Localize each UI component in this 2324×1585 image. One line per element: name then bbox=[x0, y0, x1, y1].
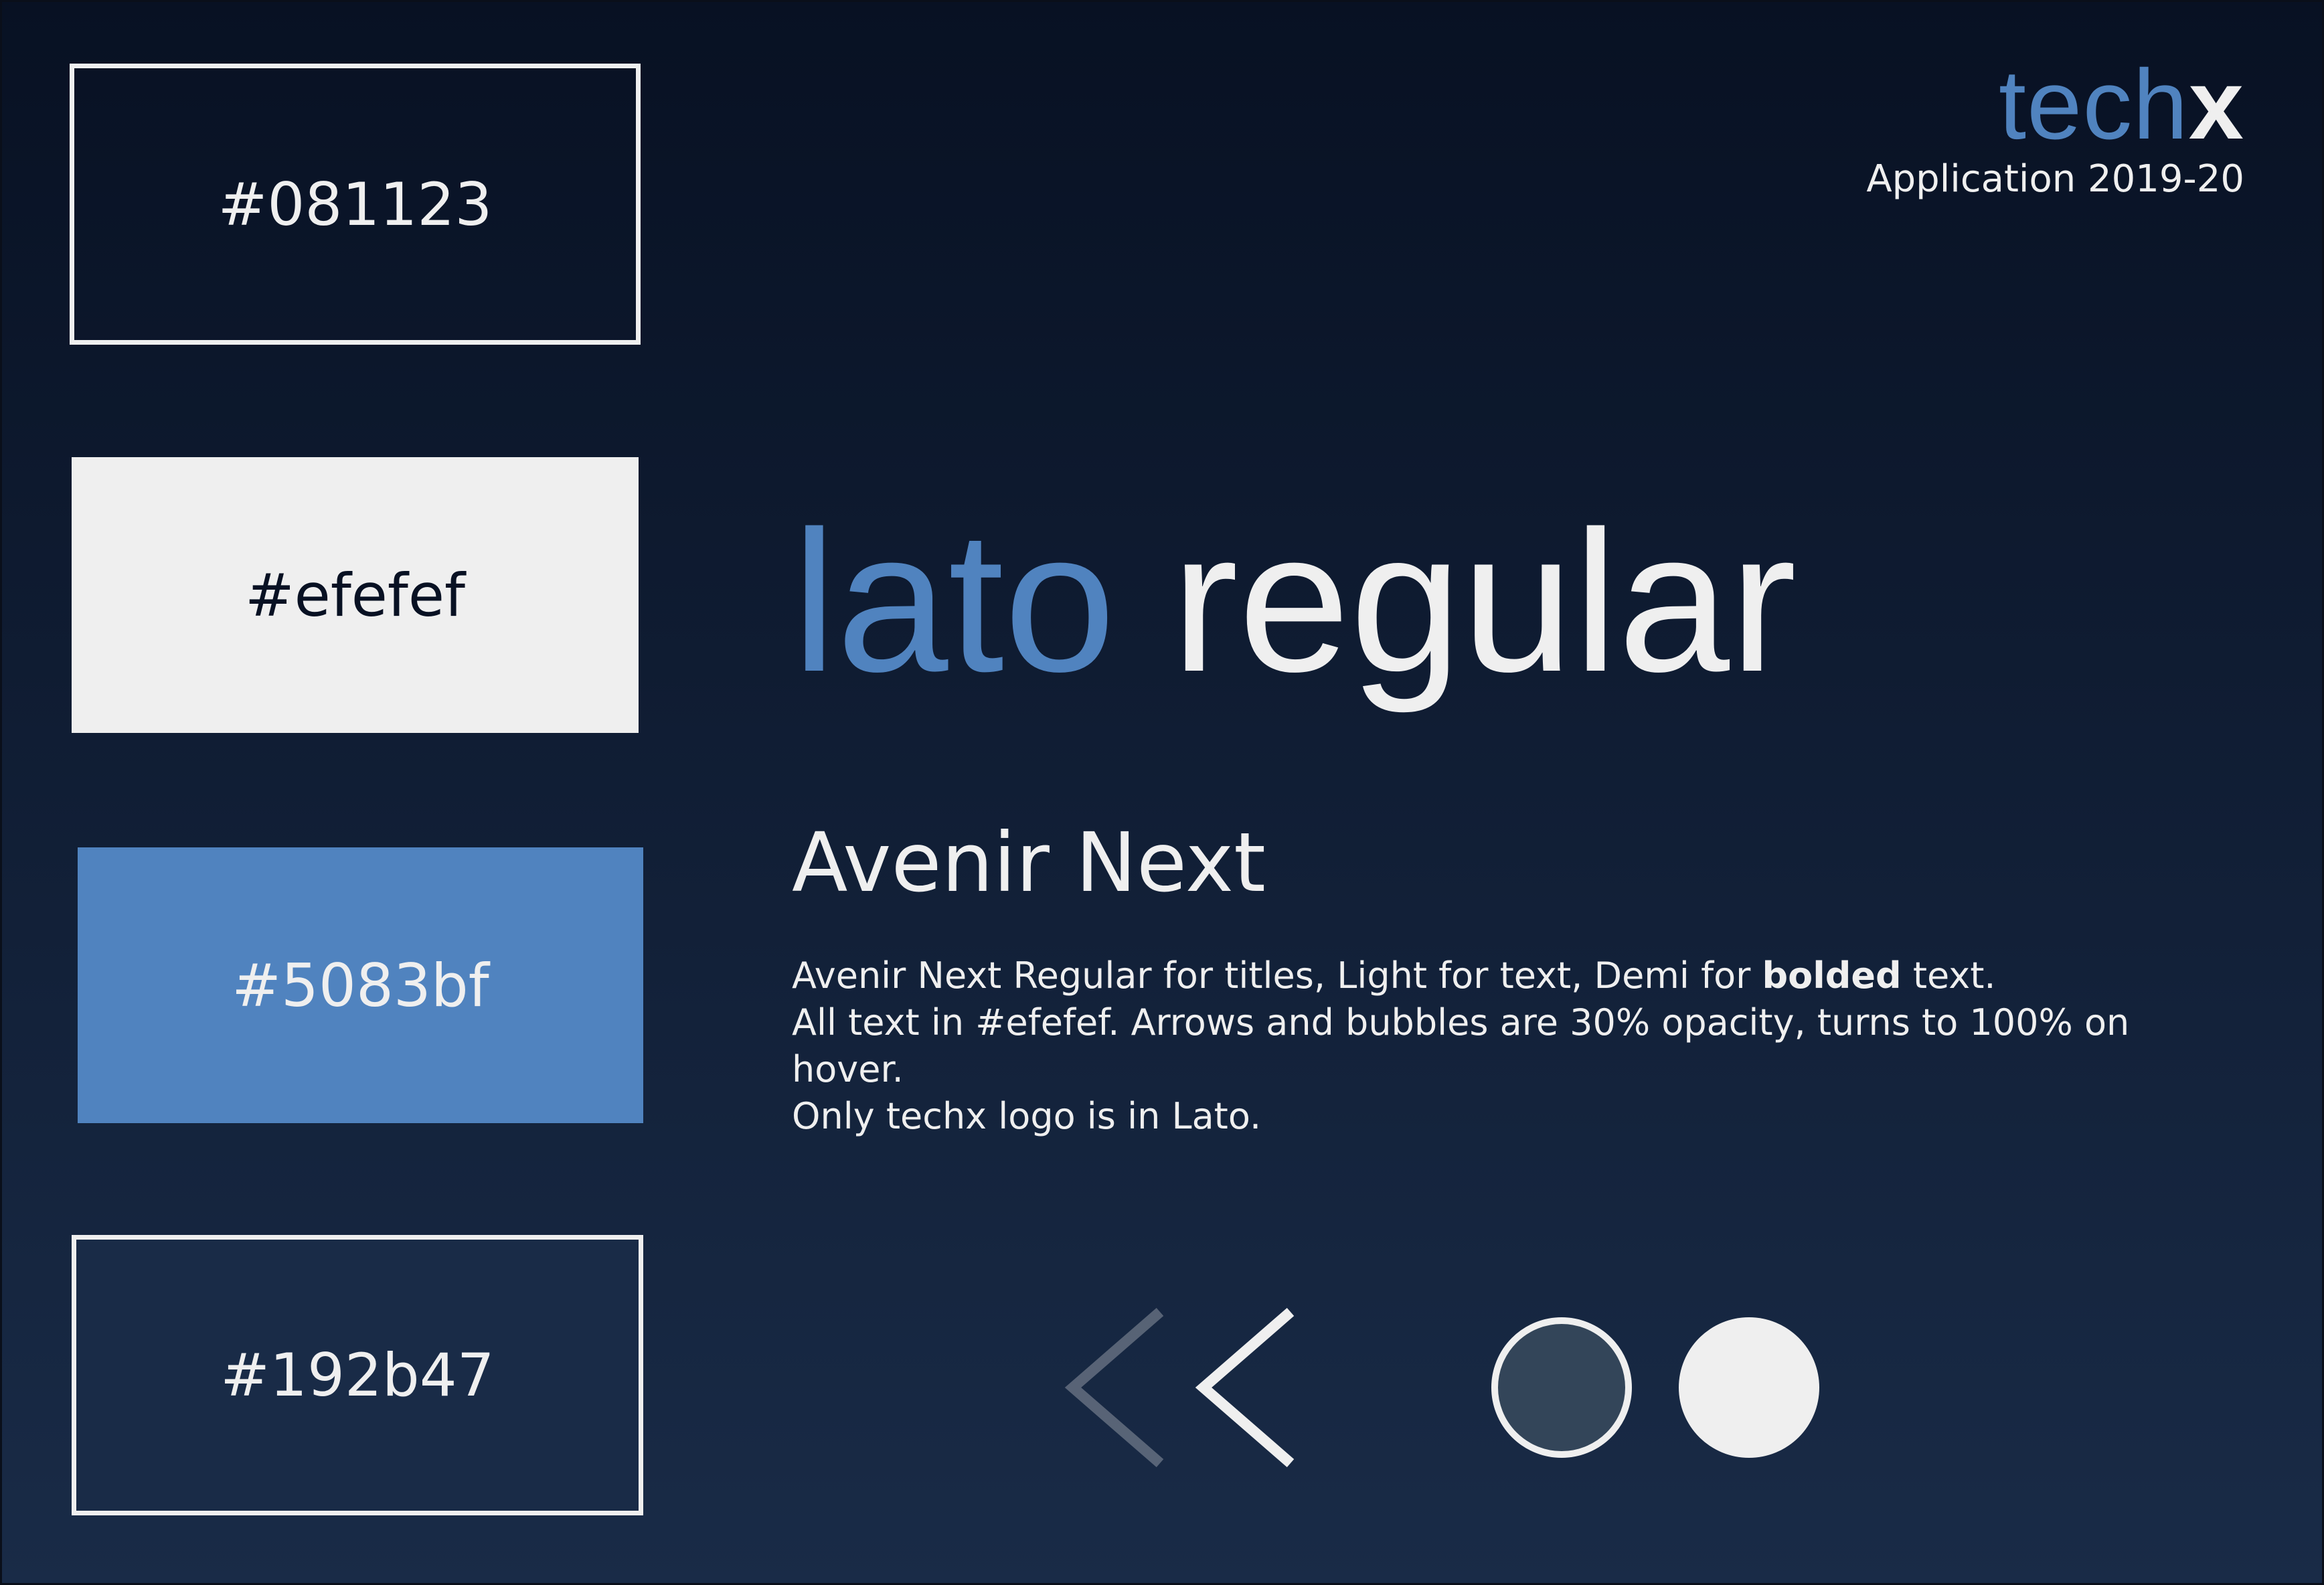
swatch-label: #081123 bbox=[218, 169, 493, 239]
description-bold-word: bolded bbox=[1762, 954, 1902, 997]
style-guide-canvas: #081123 #efefef #5083bf #192b47 techx Ap… bbox=[0, 0, 2324, 1585]
font-sample-word-lato: lato bbox=[792, 489, 1116, 714]
swatch-dark-navy: #081123 bbox=[70, 64, 641, 345]
font-sample-word-regular: regular bbox=[1171, 489, 1797, 714]
circle-icon[interactable] bbox=[1679, 1317, 1819, 1458]
chevron-left-icon[interactable] bbox=[1195, 1307, 1295, 1468]
swatch-accent-blue: #5083bf bbox=[78, 847, 643, 1123]
description-line-1: Avenir Next Regular for titles, Light fo… bbox=[792, 952, 2164, 999]
logo-tech: tech bbox=[1998, 50, 2189, 160]
logo-wordmark: techx bbox=[1866, 56, 2244, 155]
description-line-1-end: text. bbox=[1901, 954, 1996, 997]
font-sample-avenir-heading: Avenir Next bbox=[792, 815, 1266, 910]
description-line-1-start: Avenir Next Regular for titles, Light fo… bbox=[792, 954, 1762, 997]
bubble-samples bbox=[1491, 1317, 1819, 1458]
font-sample-lato: lato regular bbox=[792, 501, 1797, 701]
description-line-3: Only techx logo is in Lato. bbox=[792, 1095, 1262, 1137]
swatch-off-white: #efefef bbox=[72, 457, 639, 733]
logo-x: x bbox=[2188, 50, 2244, 160]
swatch-label: #efefef bbox=[244, 560, 466, 630]
chevron-left-icon[interactable] bbox=[1064, 1307, 1164, 1468]
techx-logo: techx Application 2019-20 bbox=[1866, 56, 2244, 201]
swatch-label: #192b47 bbox=[220, 1341, 495, 1410]
logo-subtitle: Application 2019-20 bbox=[1866, 157, 2244, 201]
circle-icon[interactable] bbox=[1491, 1317, 1632, 1458]
description-line-2: All text in #efefef. Arrows and bubbles … bbox=[792, 1001, 2130, 1090]
typography-description: Avenir Next Regular for titles, Light fo… bbox=[792, 952, 2164, 1140]
swatch-label: #5083bf bbox=[232, 950, 489, 1020]
swatch-panel-navy: #192b47 bbox=[72, 1235, 643, 1515]
arrow-samples bbox=[1064, 1307, 1295, 1468]
